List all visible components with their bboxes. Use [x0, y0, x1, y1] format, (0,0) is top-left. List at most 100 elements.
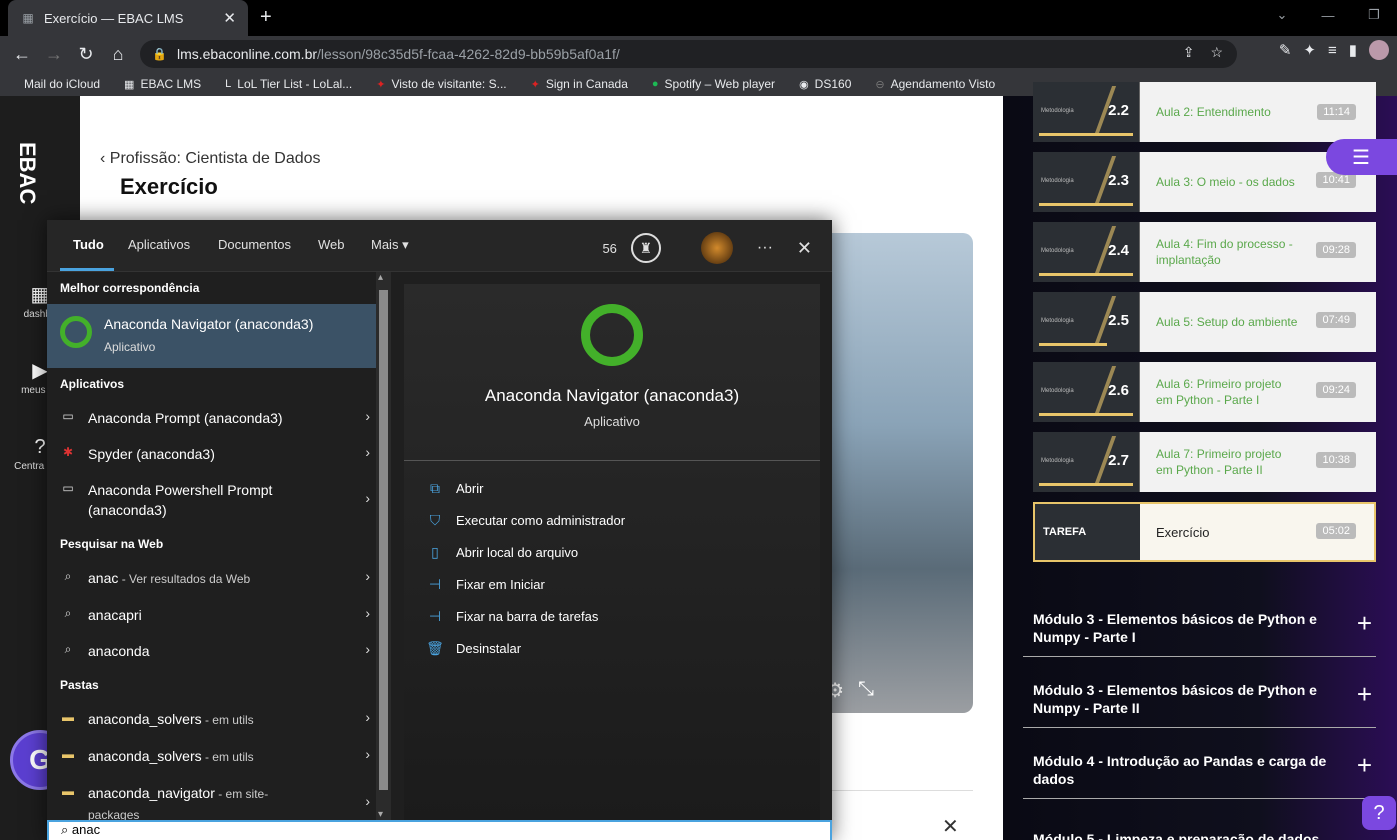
bookmark-item[interactable]: ▦ EBAC LMS: [124, 77, 201, 91]
action-uninstall[interactable]: 🗑 Desinstalar: [426, 640, 521, 657]
browser-tab[interactable]: ▦ Exercício — EBAC LMS ✕: [8, 0, 248, 36]
close-tab-icon[interactable]: ✕: [223, 9, 236, 27]
action-run-as-admin[interactable]: ⛉ Executar como administrador: [426, 512, 625, 529]
chevron-right-icon[interactable]: ›: [365, 444, 370, 460]
folder-result[interactable]: ▬ anaconda_solvers - em utils ›: [47, 740, 376, 772]
web-result[interactable]: ⌕ anac - Ver resultados da Web ›: [47, 562, 376, 594]
close-icon[interactable]: ✕: [942, 814, 959, 839]
search-icon: ⌕: [64, 605, 72, 620]
chevron-right-icon[interactable]: ›: [365, 709, 370, 725]
chevron-right-icon[interactable]: ›: [365, 605, 370, 621]
app-result[interactable]: ▭ Anaconda Prompt (anaconda3) ›: [47, 402, 376, 434]
chevron-right-icon[interactable]: ›: [365, 641, 370, 657]
address-bar[interactable]: 🔒 lms.ebaconline.com.br/lesson/98c35d5f-…: [140, 40, 1237, 68]
close-search-icon[interactable]: ✕: [797, 238, 812, 259]
lock-icon[interactable]: 🔒: [152, 47, 167, 61]
chevron-right-icon[interactable]: ›: [365, 793, 370, 809]
chevron-right-icon[interactable]: ›: [365, 746, 370, 762]
puzzle-extensions-icon[interactable]: ✦: [1303, 41, 1316, 59]
reload-icon[interactable]: ↻: [70, 38, 102, 70]
web-result[interactable]: ⌕ anacapri ›: [47, 599, 376, 631]
tab-search-icon[interactable]: ⌄: [1259, 0, 1305, 30]
bookmark-item[interactable]: ⊖ Agendamento Visto: [875, 77, 995, 91]
bookmark-item[interactable]: Mail do iCloud: [18, 77, 100, 91]
scroll-up-icon[interactable]: ▴: [378, 272, 383, 283]
back-icon[interactable]: ←: [6, 38, 38, 70]
action-open[interactable]: ⧉ Abrir: [426, 480, 483, 497]
bookmark-item[interactable]: ◉ DS160: [799, 77, 851, 91]
home-icon[interactable]: ⌂: [102, 38, 134, 70]
expand-plus-icon[interactable]: +: [1357, 610, 1372, 636]
expand-plus-icon[interactable]: +: [1357, 681, 1372, 707]
divider: [404, 460, 820, 461]
breadcrumb[interactable]: ‹ Profissão: Cientista de Dados: [100, 150, 321, 168]
pen-extension-icon[interactable]: ✎: [1279, 41, 1292, 59]
app-result[interactable]: ✱ Spyder (anaconda3) ›: [47, 438, 376, 470]
action-open-file-location[interactable]: ▯ Abrir local do arquivo: [426, 544, 578, 561]
new-tab-icon[interactable]: +: [260, 6, 272, 29]
help-question-icon[interactable]: ?: [1362, 796, 1396, 830]
expand-plus-icon[interactable]: +: [1357, 752, 1372, 778]
profile-avatar[interactable]: [1369, 40, 1389, 60]
tab-strip: ▦ Exercício — EBAC LMS ✕ + ⌄ — ❐: [0, 0, 1397, 36]
lesson-thumbnail: Metodologia 2.2: [1033, 82, 1140, 142]
lesson-item[interactable]: Metodologia 2.6 Aula 6: Primeiro projeto …: [1033, 362, 1376, 422]
ebac-logo[interactable]: EBAC: [14, 142, 40, 204]
detail-app-name: Anaconda Navigator (anaconda3): [484, 386, 740, 405]
user-avatar[interactable]: [700, 232, 733, 264]
bookmark-item[interactable]: L LoL Tier List - LoLal...: [225, 77, 352, 91]
terminal-icon: ▭: [62, 481, 74, 495]
media-queue-icon[interactable]: ≡: [1328, 42, 1337, 59]
folder-result[interactable]: ▬ anaconda_navigator - em site-packages ›: [47, 777, 376, 820]
bookmark-item[interactable]: ✦ Sign in Canada: [531, 77, 628, 91]
module-accordion[interactable]: Módulo 5 - Limpeza e preparação de dados: [1023, 830, 1376, 840]
lesson-item[interactable]: Metodologia 2.2 Aula 2: Entendimento 11:1…: [1033, 82, 1376, 142]
course-menu-list-icon[interactable]: ☰: [1326, 139, 1397, 175]
lesson-item[interactable]: Metodologia 2.5 Aula 5: Setup do ambiente…: [1033, 292, 1376, 352]
best-match-result[interactable]: Anaconda Navigator (anaconda3) Aplicativ…: [47, 304, 376, 368]
action-pin-to-start[interactable]: ⊣ Fixar em Iniciar: [426, 576, 545, 593]
module-accordion[interactable]: Módulo 4 - Introdução ao Pandas e carga …: [1023, 752, 1376, 799]
action-pin-to-taskbar[interactable]: ⊣ Fixar na barra de tarefas: [426, 608, 598, 625]
forward-icon[interactable]: →: [38, 38, 70, 70]
chevron-right-icon[interactable]: ›: [365, 490, 370, 506]
pin-icon: ⊣: [428, 608, 442, 624]
chevron-right-icon[interactable]: ›: [365, 408, 370, 424]
browser-toolbar: ← → ↻ ⌂ 🔒 lms.ebaconline.com.br/lesson/9…: [0, 36, 1397, 72]
more-options-icon[interactable]: ···: [757, 239, 773, 257]
scroll-down-icon[interactable]: ▾: [378, 809, 383, 820]
task-item-current[interactable]: TAREFA Exercício 05:02: [1033, 502, 1376, 562]
lesson-item[interactable]: Metodologia 2.3 Aula 3: O meio - os dados…: [1033, 152, 1376, 212]
chevron-right-icon[interactable]: ›: [365, 568, 370, 584]
lesson-thumbnail: Metodologia 2.4: [1033, 222, 1140, 282]
scrollbar-thumb[interactable]: [379, 290, 388, 790]
minimize-icon[interactable]: —: [1305, 0, 1351, 30]
tab-more[interactable]: Mais ▾: [371, 237, 409, 253]
folder-result[interactable]: ▬ anaconda_solvers - em utils ›: [47, 703, 376, 735]
search-input[interactable]: ⌕ anac: [47, 820, 832, 840]
shield-icon: ⛉: [429, 512, 441, 528]
tab-all[interactable]: Tudo: [73, 237, 104, 252]
lesson-duration: 11:14: [1317, 104, 1356, 120]
lesson-item[interactable]: Metodologia 2.4 Aula 4: Fim do processo -…: [1033, 222, 1376, 282]
share-icon[interactable]: ⇪: [1183, 44, 1195, 61]
module-accordion[interactable]: Módulo 3 - Elementos básicos de Python e…: [1023, 610, 1376, 657]
bookmark-star-icon[interactable]: ☆: [1210, 44, 1223, 61]
app-result[interactable]: ▭ Anaconda Powershell Prompt (anaconda3) ›: [47, 474, 376, 522]
results-list: Melhor correspondência Anaconda Navigato…: [47, 272, 376, 820]
tab-apps[interactable]: Aplicativos: [128, 237, 190, 252]
results-scrollbar[interactable]: ▴ ▾: [376, 272, 391, 820]
bookmark-item[interactable]: ✦ Visto de visitante: S...: [376, 77, 506, 91]
lesson-duration: 10:38: [1316, 452, 1356, 468]
web-result[interactable]: ⌕ anaconda ›: [47, 635, 376, 667]
side-panel-icon[interactable]: ▮: [1349, 41, 1357, 59]
restore-icon[interactable]: ❐: [1351, 0, 1397, 30]
tab-documents[interactable]: Documentos: [218, 237, 291, 252]
bookmark-item[interactable]: ● Spotify – Web player: [652, 77, 775, 91]
rewards-trophy-icon[interactable]: ♜: [630, 233, 661, 263]
module-accordion[interactable]: Módulo 3 - Elementos básicos de Python e…: [1023, 681, 1376, 728]
lesson-item[interactable]: Metodologia 2.7 Aula 7: Primeiro projeto …: [1033, 432, 1376, 492]
tab-web[interactable]: Web: [318, 237, 345, 252]
exit-fullscreen-icon[interactable]: ⤡: [858, 678, 874, 703]
pin-icon: ⊣: [428, 576, 442, 592]
